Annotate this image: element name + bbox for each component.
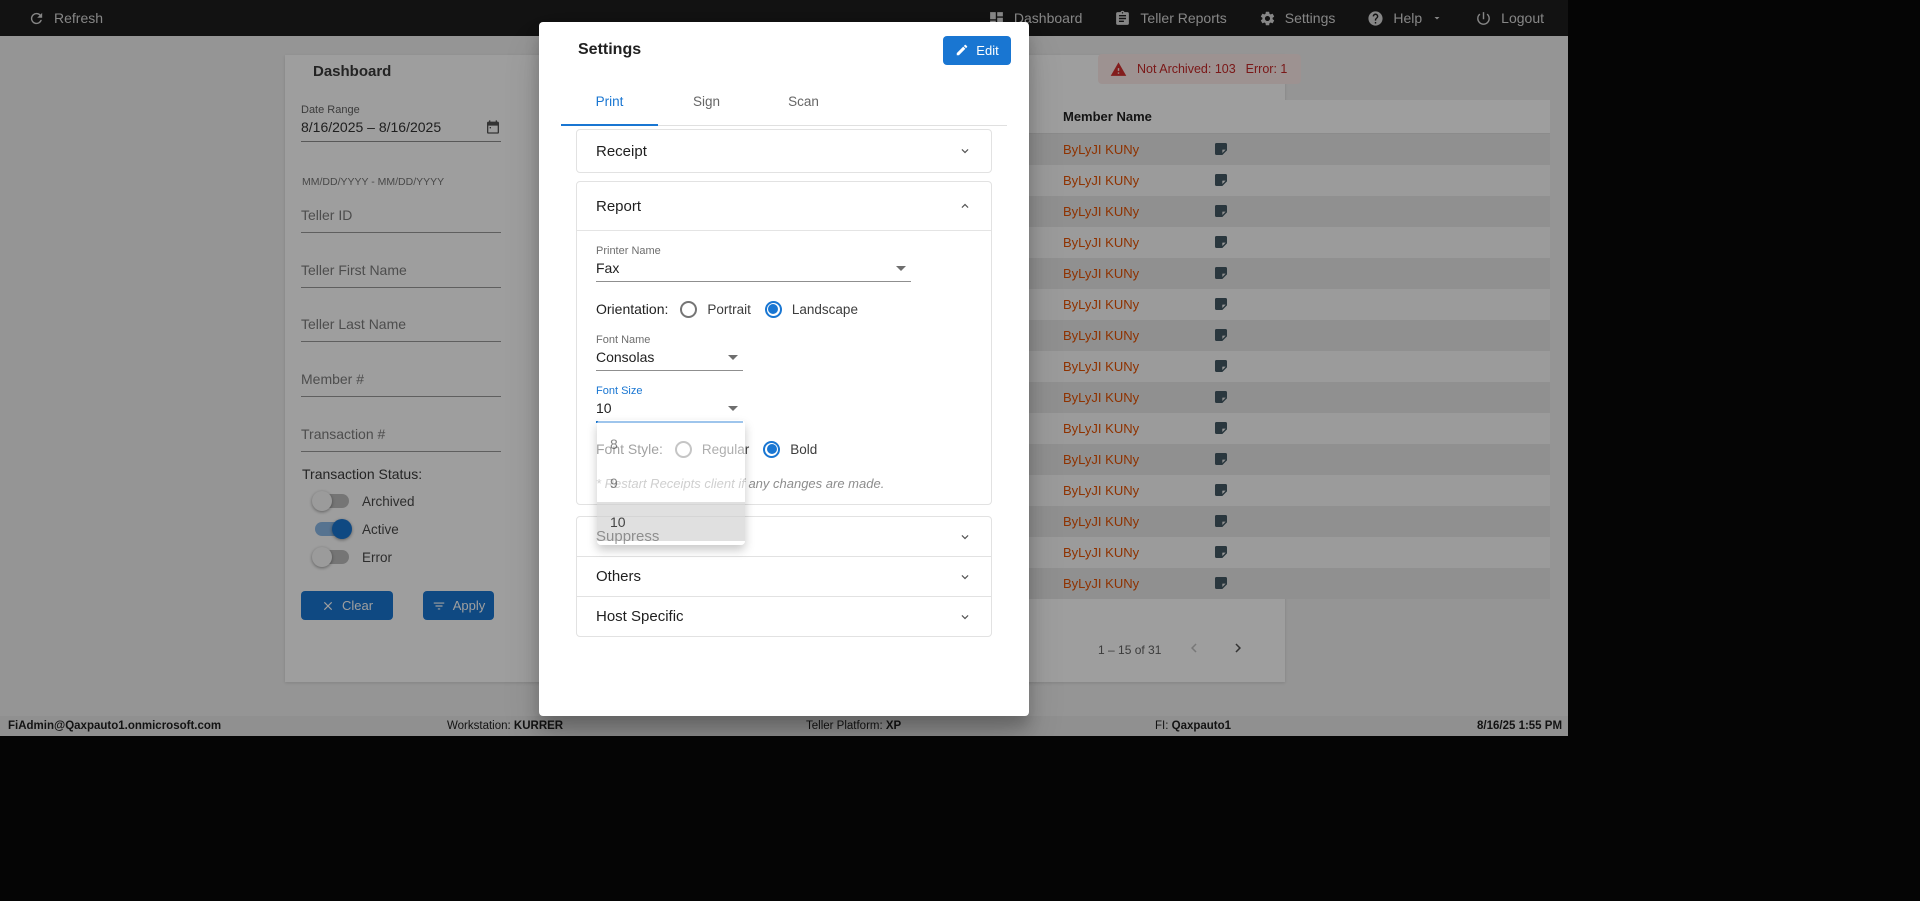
- portrait-radio[interactable]: [680, 301, 697, 318]
- bold-radio[interactable]: [763, 441, 780, 458]
- accordion-receipt[interactable]: Receipt: [576, 129, 992, 173]
- accordion-report-summary[interactable]: Report: [577, 182, 991, 231]
- font-name-select[interactable]: Font Name Consolas: [596, 334, 743, 371]
- tab-sign[interactable]: Sign: [658, 78, 755, 125]
- orientation-row: Orientation: Portrait Landscape: [596, 299, 872, 319]
- font-size-select[interactable]: Font Size 10: [596, 385, 743, 423]
- landscape-radio[interactable]: [765, 301, 782, 318]
- settings-body: Receipt Report Printer: [539, 126, 1029, 637]
- screen: Refresh Dashboard Teller Reports: [0, 0, 1920, 901]
- font-size-option[interactable]: 10: [597, 502, 745, 541]
- font-size-option[interactable]: 9: [597, 463, 745, 502]
- accordion-host-specific[interactable]: Host Specific: [576, 596, 992, 637]
- edit-button[interactable]: Edit: [943, 36, 1011, 65]
- expand-more-icon: [958, 610, 972, 624]
- font-size-menu: 8 9 10: [597, 420, 745, 545]
- expand-more-icon: [958, 144, 972, 158]
- accordion-others[interactable]: Others: [576, 556, 992, 597]
- bold-label: Bold: [790, 442, 817, 457]
- dialog-header: Settings Edit: [539, 22, 1029, 78]
- dropdown-caret-icon: [728, 406, 738, 411]
- printer-name-select[interactable]: Printer Name Fax: [596, 245, 911, 282]
- dropdown-caret-icon: [728, 355, 738, 360]
- expand-more-icon: [958, 530, 972, 544]
- orientation-label: Orientation:: [596, 301, 668, 317]
- tab-print[interactable]: Print: [561, 78, 658, 125]
- landscape-label: Landscape: [792, 302, 858, 317]
- tab-scan[interactable]: Scan: [755, 78, 852, 125]
- dialog-title: Settings: [578, 41, 641, 59]
- portrait-label: Portrait: [707, 302, 751, 317]
- pencil-icon: [955, 43, 969, 57]
- dropdown-caret-icon: [896, 266, 906, 271]
- app-window: Refresh Dashboard Teller Reports: [0, 0, 1568, 736]
- settings-dialog: Settings Edit Print Sign Scan Receipt: [539, 22, 1029, 716]
- expand-more-icon: [958, 570, 972, 584]
- expand-less-icon: [958, 199, 972, 213]
- font-size-option[interactable]: 8: [597, 424, 745, 463]
- settings-tabs: Print Sign Scan: [561, 78, 1007, 126]
